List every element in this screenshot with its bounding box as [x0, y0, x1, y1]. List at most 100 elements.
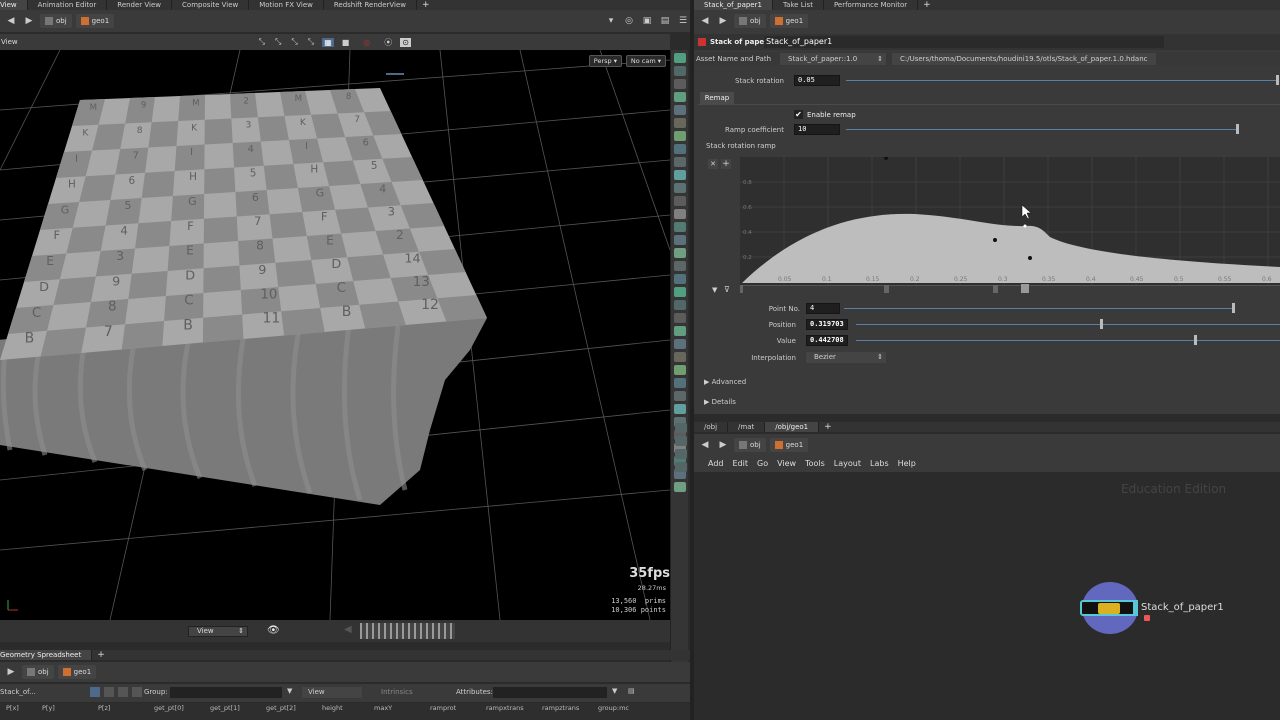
stack-rotation-slider[interactable] [846, 80, 1278, 81]
attributes-field[interactable] [493, 687, 607, 698]
vertices-mode-icon[interactable] [104, 687, 114, 697]
prims-mode-icon[interactable] [118, 687, 128, 697]
viewport-tool-icon[interactable] [673, 352, 686, 362]
add-tab-plus-icon[interactable]: + [92, 650, 110, 660]
point-no-slider-knob[interactable] [1232, 303, 1235, 313]
viewport-tool-icon[interactable] [673, 157, 686, 167]
menu-add[interactable]: Add [708, 459, 724, 468]
ramp-key-marker-selected[interactable] [1021, 284, 1029, 293]
path-geo-chip[interactable]: geo1 [75, 14, 115, 28]
detail-mode-icon[interactable] [132, 687, 142, 697]
ramp-coefficient-slider[interactable] [846, 129, 1238, 130]
forward-arrow-icon[interactable]: ▶ [716, 438, 730, 452]
group-field[interactable] [170, 687, 282, 698]
snap-icon[interactable]: ◎ [363, 38, 370, 47]
cache-icon[interactable]: ▣ [640, 14, 654, 28]
path-obj-chip[interactable]: obj [734, 438, 766, 452]
menu-tools[interactable]: Tools [805, 459, 825, 468]
ramp-add-point-icon[interactable]: + [721, 159, 731, 169]
viewport-tool-icon[interactable] [673, 53, 686, 63]
add-tab-plus-icon[interactable]: + [918, 0, 936, 10]
ramp-coefficient-field[interactable]: 10 [794, 124, 840, 135]
value-field[interactable]: 0.442708 [806, 335, 848, 346]
column-header[interactable]: ramprot [424, 703, 480, 712]
tab-motion-fx-view[interactable]: Motion FX View [249, 0, 324, 10]
menu-help[interactable]: Help [898, 459, 916, 468]
viewport-tool-icon[interactable] [673, 170, 686, 180]
filter-icon[interactable]: ▼ [287, 687, 292, 695]
no-cam-button[interactable]: No cam ▾ [625, 55, 666, 67]
column-header[interactable]: maxY [368, 703, 424, 712]
display-options-icon[interactable]: ⊙ [400, 37, 411, 47]
path-obj-chip[interactable]: obj [734, 14, 766, 28]
menu-view[interactable]: View [777, 459, 796, 468]
add-tab-plus-icon[interactable]: + [819, 422, 837, 432]
asset-name-dropdown[interactable]: Stack_of_paper::1.0 ⇕ [780, 53, 886, 65]
viewport-tool-icon[interactable] [673, 261, 686, 271]
column-header[interactable]: rampxtrans [480, 703, 536, 712]
viewport-tool-icon[interactable] [673, 92, 686, 102]
select-geo-icon[interactable]: ⤡ [275, 37, 281, 47]
value-slider[interactable] [856, 340, 1280, 341]
viewport-tool-icon[interactable] [673, 404, 686, 414]
ramp-collapse-arrow-icon[interactable]: ▼ [712, 286, 717, 294]
network-tab-0[interactable]: /obj [694, 422, 729, 432]
column-header[interactable]: get_pt[1] [204, 703, 260, 712]
tab-animation-editor[interactable]: Animation Editor [28, 0, 108, 10]
asset-path-dropdown[interactable]: C:/Users/thoma/Documents/houdini19.5/otl… [892, 53, 1156, 65]
column-header[interactable]: get_pt[2] [260, 703, 316, 712]
path-geo-chip[interactable]: geo1 [57, 665, 97, 679]
back-arrow-icon[interactable]: ◀ [698, 438, 712, 452]
viewport-tool-icon[interactable] [673, 105, 686, 115]
viewport-tool-icon[interactable] [673, 274, 686, 284]
viewport-tool-icon[interactable] [673, 144, 686, 154]
select-points-icon[interactable]: ⤡ [291, 37, 297, 47]
points-mode-icon[interactable] [90, 687, 100, 697]
select-tool-icon[interactable]: ⤡ [259, 37, 265, 47]
position-slider-knob[interactable] [1100, 319, 1103, 329]
viewport-tool-icon[interactable] [673, 66, 686, 76]
details-folder-toggle[interactable]: ▶ Details [704, 398, 736, 406]
viewport-tool-icon[interactable] [673, 196, 686, 206]
interpolation-dropdown[interactable]: Bezier ⇕ [806, 352, 886, 363]
node-body[interactable] [1080, 600, 1138, 616]
ramp-selected-point[interactable] [1023, 224, 1027, 228]
copy-icon[interactable]: ▤ [628, 687, 635, 695]
timeline-strip[interactable] [360, 623, 455, 639]
network-tab-1[interactable]: /mat [728, 422, 766, 432]
column-header[interactable]: P[y] [36, 703, 92, 712]
network-editor-canvas[interactable]: Education Edition Stack_of_paper1 [694, 472, 1280, 720]
back-arrow-icon[interactable]: ◀ [698, 14, 712, 28]
node-name-label[interactable]: Stack_of_paper1 [1141, 602, 1224, 613]
stack-rotation-slider-knob[interactable] [1276, 75, 1279, 85]
node-name-field[interactable]: Stack_of_paper1 [764, 36, 1164, 48]
add-tab-plus-icon[interactable]: + [417, 0, 435, 10]
viewport-tool-icon[interactable] [673, 222, 686, 232]
stack-rotation-field[interactable]: 0.05 [794, 75, 840, 86]
viewport-tool-icon[interactable] [673, 326, 686, 336]
menu-labs[interactable]: Labs [870, 459, 889, 468]
advanced-folder-toggle[interactable]: ▶ Advanced [704, 378, 746, 386]
viewport-tool-icon[interactable] [673, 79, 686, 89]
column-header[interactable]: P[z] [92, 703, 148, 712]
viewport-tool-icon[interactable] [673, 118, 686, 128]
path-geo-chip[interactable]: geo1 [769, 14, 809, 28]
persp-button[interactable]: Persp ▾ [588, 55, 622, 67]
back-arrow-icon[interactable]: ◀ [4, 14, 18, 28]
camera-icon[interactable]: ⦿ [384, 37, 392, 48]
enable-remap-checkbox[interactable]: ✔ [794, 110, 803, 119]
column-header[interactable]: P[x] [0, 703, 36, 712]
viewport-tool-icon[interactable] [673, 235, 686, 245]
network-tool-icon[interactable] [675, 436, 687, 446]
tab-view[interactable]: View [0, 0, 28, 10]
tab-stack-of-paper1[interactable]: Stack_of_paper1 [694, 0, 773, 10]
viewport-tool-icon[interactable] [673, 248, 686, 258]
pin-icon[interactable]: ◎ [622, 14, 636, 28]
ramp-key-marker[interactable] [884, 285, 889, 293]
select-full-icon[interactable]: ■ [342, 38, 350, 47]
network-tab-2[interactable]: /obj/geo1 [765, 422, 820, 432]
pane-menu-icon[interactable]: ☰ [676, 14, 690, 28]
ramp-handle[interactable] [993, 238, 997, 242]
pane-split-icon[interactable]: ▤ [658, 14, 672, 28]
position-field[interactable]: 0.319703 [806, 319, 848, 330]
